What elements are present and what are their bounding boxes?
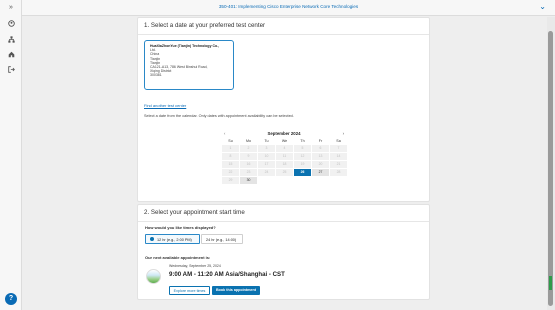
calendar-day: 6 <box>312 145 329 152</box>
calendar-day: 3 <box>258 145 275 152</box>
weekday-header: Sa <box>336 139 341 143</box>
calendar-day: 5 <box>294 145 311 152</box>
calendar: ‹ September 2024 › Su Mo Tu We Th Fr Sa 1 2 3 4 5 6 7… <box>222 131 347 184</box>
chevron-down-icon[interactable]: ⌄ <box>539 2 546 11</box>
weekday-header: Tu <box>264 139 269 143</box>
calendar-day: 8 <box>222 153 239 160</box>
calendar-day: 14 <box>330 153 347 160</box>
calendar-month: September 2024 <box>267 131 301 136</box>
time-selection-card: 2. Select your appointment start time Ho… <box>137 204 430 300</box>
test-center-card[interactable]: HuaXiaZhonYue (Tianjin) Technology Co., … <box>144 40 234 90</box>
calendar-day: 1 <box>222 145 239 152</box>
calendar-day: 13 <box>312 153 329 160</box>
calendar-empty-cell <box>312 177 329 184</box>
weekday-header: Mo <box>246 139 251 143</box>
calendar-day: 25 <box>276 169 293 176</box>
address-line: 300381 <box>150 73 162 78</box>
next-appointment-label: Our next available appointment is: <box>145 255 211 260</box>
signout-icon[interactable] <box>0 66 22 76</box>
calendar-day: 23 <box>240 169 257 176</box>
calendar-day: 16 <box>240 161 257 168</box>
top-bar: 350-401: Implementing Cisco Enterprise N… <box>22 0 555 16</box>
section1-title: 1. Select a date at your preferred test … <box>138 18 429 35</box>
time-format-12hr-label: 12 hr (e.g., 2:00 PM) <box>157 238 192 242</box>
calendar-day: 9 <box>240 153 257 160</box>
next-appointment-time: 9:00 AM - 11:20 AM Asia/Shanghai - CST <box>169 271 285 278</box>
prev-month-button[interactable]: ‹ <box>224 131 225 136</box>
time-format-24hr-label: 24 hr (e.g., 14:00) <box>206 238 237 242</box>
calendar-instructions: Select a date from the calendar. Only da… <box>144 114 294 118</box>
calendar-day: 12 <box>294 153 311 160</box>
user-icon[interactable] <box>0 20 22 30</box>
calendar-grid: Su Mo Tu We Th Fr Sa 1 2 3 4 5 6 7 8 9 10 11 12 13 14 15 16 17 1… <box>222 138 347 184</box>
calendar-day: 10 <box>258 153 275 160</box>
weekday-header: Fr <box>318 139 323 143</box>
calendar-day: 29 <box>222 177 239 184</box>
calendar-day-selected[interactable]: 26 <box>294 169 311 176</box>
weekday-header: Th <box>300 139 305 143</box>
explore-more-times-button[interactable]: Explore more times <box>169 286 210 295</box>
date-selection-card: 1. Select a date at your preferred test … <box>137 17 430 215</box>
home-icon[interactable] <box>0 51 22 61</box>
calendar-day: 19 <box>294 161 311 168</box>
calendar-day: 18 <box>276 161 293 168</box>
calendar-empty-cell <box>276 177 293 184</box>
scrollbar[interactable] <box>547 17 555 310</box>
calendar-day: 17 <box>258 161 275 168</box>
scrollbar-thumb[interactable] <box>548 31 553 306</box>
time-format-12hr[interactable]: 12 hr (e.g., 2:00 PM) <box>145 234 200 244</box>
calendar-empty-cell <box>294 177 311 184</box>
calendar-empty-cell <box>330 177 347 184</box>
weekday-header: We <box>281 139 288 143</box>
calendar-day: 2 <box>240 145 257 152</box>
calendar-day: 24 <box>258 169 275 176</box>
next-month-button[interactable]: › <box>343 131 344 136</box>
calendar-day: 28 <box>330 169 347 176</box>
calendar-day: 21 <box>330 161 347 168</box>
calendar-day[interactable]: 30 <box>240 177 257 184</box>
time-format-24hr[interactable]: 24 hr (e.g., 14:00) <box>201 234 243 244</box>
calendar-day: 4 <box>276 145 293 152</box>
appointment-image <box>146 269 161 284</box>
book-appointment-button[interactable]: Book this appointment <box>212 286 260 295</box>
radio-selected-icon <box>150 237 154 241</box>
test-center-name: HuaXiaZhonYue (Tianjin) Technology Co., <box>150 44 220 48</box>
calendar-day[interactable]: 27 <box>312 169 329 176</box>
calendar-day: 20 <box>312 161 329 168</box>
sidebar: » ? <box>0 0 22 310</box>
find-another-center-link[interactable]: Find another test center <box>144 103 186 108</box>
calendar-day: 15 <box>222 161 239 168</box>
expand-icon[interactable]: » <box>0 4 22 12</box>
help-button[interactable]: ? <box>5 293 17 305</box>
calendar-empty-cell <box>258 177 275 184</box>
scroll-indicator <box>549 276 552 290</box>
next-appointment-date: Wednesday, September 25, 2024 <box>169 264 221 268</box>
exam-title: 350-401: Implementing Cisco Enterprise N… <box>218 4 359 9</box>
org-icon[interactable] <box>0 36 22 46</box>
calendar-day: 11 <box>276 153 293 160</box>
weekday-header: Su <box>228 139 233 143</box>
calendar-day: 7 <box>330 145 347 152</box>
calendar-day: 22 <box>222 169 239 176</box>
section2-title: 2. Select your appointment start time <box>138 205 429 222</box>
time-format-label: How would you like times displayed? <box>145 225 216 230</box>
